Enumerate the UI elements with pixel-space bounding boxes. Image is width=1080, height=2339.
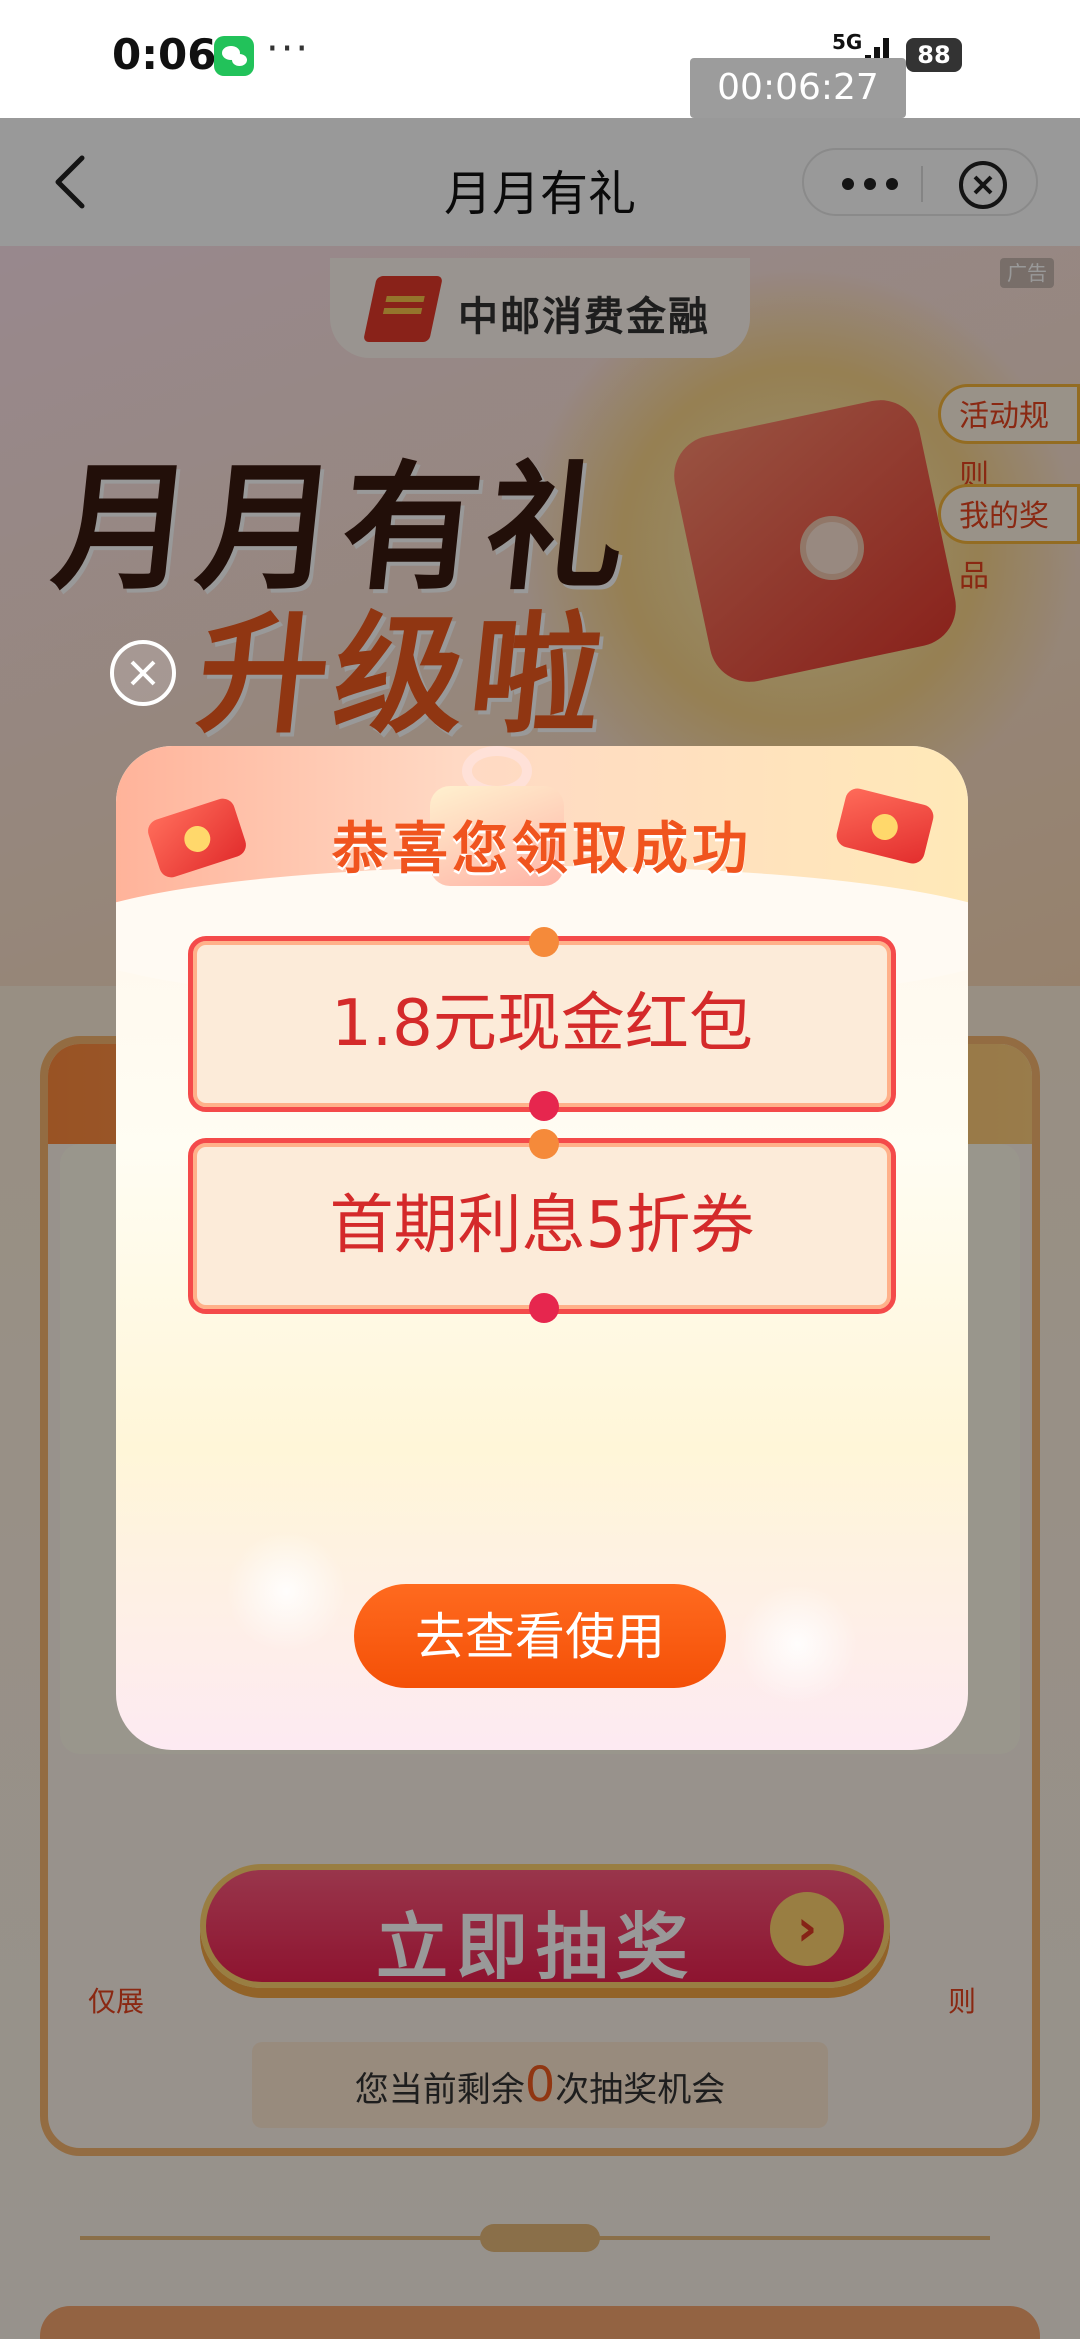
close-popup-icon[interactable] — [108, 638, 178, 708]
success-popup: 恭喜您领取成功 1.8元现金红包 首期利息5折券 去查看使用 — [116, 746, 968, 1750]
popup-title: 恭喜您领取成功 — [332, 817, 752, 882]
reward-label: 首期利息5折券 — [329, 1189, 755, 1263]
reward-coupon: 1.8元现金红包 — [188, 927, 896, 1121]
reward-coupon: 首期利息5折券 — [188, 1129, 896, 1323]
view-and-use-button[interactable]: 去查看使用 — [354, 1584, 726, 1688]
reward-label: 1.8元现金红包 — [331, 987, 753, 1061]
wechat-icon — [214, 36, 254, 76]
battery-level: 88 — [906, 38, 962, 72]
status-bar: 0:06 ··· 5G 88 00:06:27 — [0, 0, 1080, 118]
status-time: 0:06 — [112, 30, 217, 79]
recording-timer: 00:06:27 — [690, 58, 906, 118]
more-notifications-icon: ··· — [266, 26, 311, 72]
